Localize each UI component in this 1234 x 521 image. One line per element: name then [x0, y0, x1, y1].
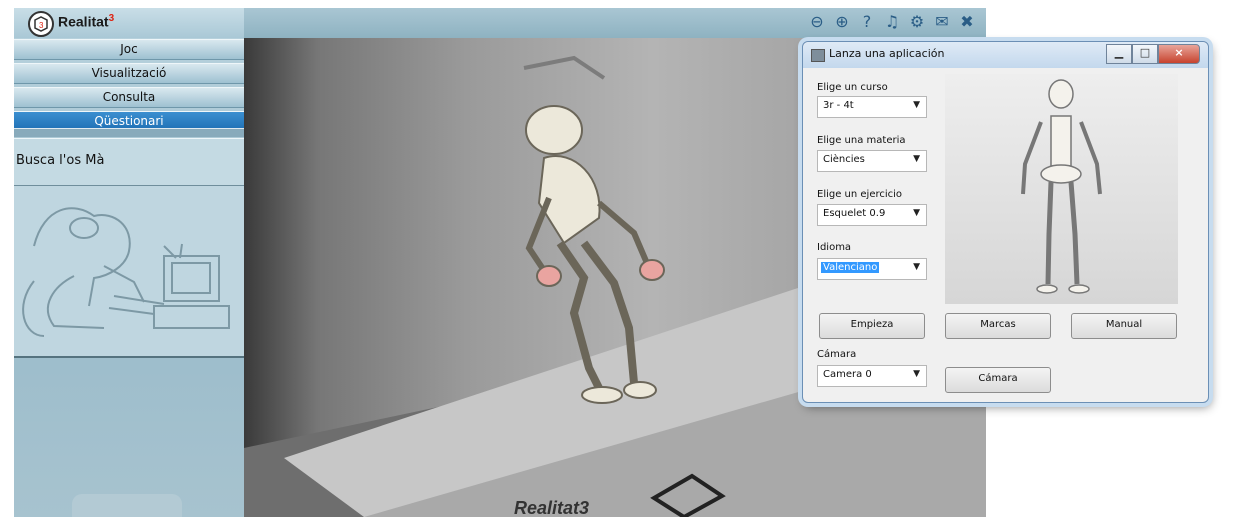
- svg-text:3: 3: [39, 21, 44, 30]
- manual-button[interactable]: Manual: [1071, 313, 1177, 339]
- window-controls: ▁ □ ×: [1106, 44, 1200, 64]
- ejercicio-label: Elige un ejercicio: [817, 189, 903, 200]
- app-title: Realitat3: [58, 13, 115, 30]
- start-button[interactable]: Empieza: [819, 313, 925, 339]
- zoom-in-icon[interactable]: ⊕: [831, 11, 853, 33]
- curso-select[interactable]: 3r - 4t ▼: [817, 96, 927, 118]
- chevron-down-icon: ▼: [913, 369, 920, 379]
- menu-divider: [14, 128, 244, 137]
- materia-select[interactable]: Ciències ▼: [817, 150, 927, 172]
- idioma-select[interactable]: Valenciano ▼: [817, 258, 927, 280]
- marks-button[interactable]: Marcas: [945, 313, 1051, 339]
- chevron-down-icon: ▼: [913, 208, 920, 218]
- bottom-tab: [72, 494, 182, 517]
- brand-bar: 3 Realitat3: [14, 8, 244, 38]
- tools-icon[interactable]: ✖: [956, 11, 978, 33]
- zoom-out-icon[interactable]: ⊖: [806, 11, 828, 33]
- camara-select[interactable]: Camera 0 ▼: [817, 365, 927, 387]
- camera-button[interactable]: Cámara: [945, 367, 1051, 393]
- settings-icon[interactable]: ⚙: [906, 11, 928, 33]
- chevron-down-icon: ▼: [913, 100, 920, 110]
- chevron-down-icon: ▼: [913, 262, 920, 272]
- menu-item-consulta[interactable]: Consulta: [14, 87, 244, 108]
- chevron-down-icon: ▼: [913, 154, 920, 164]
- camara-label: Cámara: [817, 349, 857, 360]
- sound-icon[interactable]: ♫: [881, 11, 903, 33]
- toolbar: ⊖ ⊕ ? ♫ ⚙ ✉ ✖: [806, 11, 978, 33]
- left-panel: 3 Realitat3 Joc Visualització Consulta Q…: [14, 8, 244, 517]
- menu-item-visualitzacio[interactable]: Visualització: [14, 63, 244, 84]
- menu-item-joc[interactable]: Joc: [14, 39, 244, 60]
- help-icon[interactable]: ?: [856, 11, 878, 33]
- ejercicio-select[interactable]: Esquelet 0.9 ▼: [817, 204, 927, 226]
- idioma-label: Idioma: [817, 242, 852, 253]
- realitat-logo-icon: 3: [28, 11, 54, 37]
- mouse-computer-illustration: [14, 186, 244, 358]
- curso-label: Elige un curso: [817, 82, 888, 93]
- launch-dialog: Lanza una aplicación ▁ □ × Elige un curs…: [802, 41, 1209, 403]
- app-window-icon: [811, 49, 825, 62]
- book-icon[interactable]: ✉: [931, 11, 953, 33]
- dialog-title: Lanza una aplicación: [829, 47, 945, 60]
- maximize-button[interactable]: □: [1132, 44, 1158, 64]
- marker-text: Realitat3: [514, 498, 589, 517]
- close-button[interactable]: ×: [1158, 44, 1200, 64]
- task-label: Busca l'os Mà: [16, 153, 105, 168]
- main-menu: Joc Visualització Consulta Qüestionari: [14, 39, 244, 135]
- materia-label: Elige una materia: [817, 135, 906, 146]
- minimize-button[interactable]: ▁: [1106, 44, 1132, 64]
- task-panel: Busca l'os Mà: [14, 138, 244, 186]
- preview-image: [945, 74, 1178, 304]
- dialog-titlebar[interactable]: Lanza una aplicación ▁ □ ×: [803, 42, 1208, 68]
- top-bar: ⊖ ⊕ ? ♫ ⚙ ✉ ✖: [244, 8, 986, 38]
